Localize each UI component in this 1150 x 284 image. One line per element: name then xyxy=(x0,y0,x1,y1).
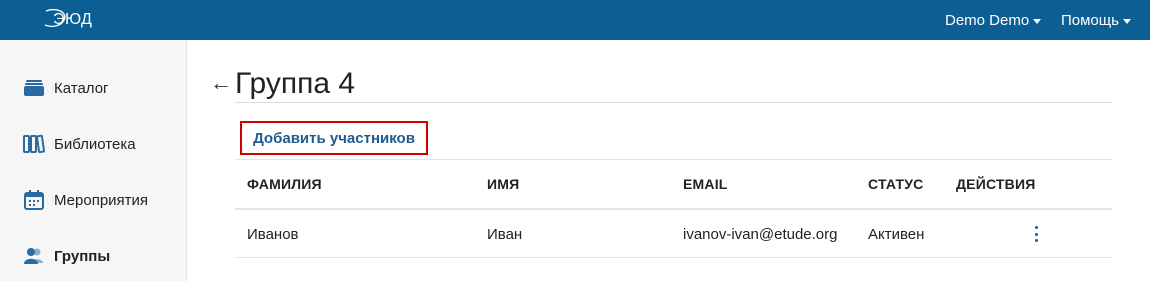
caret-down-icon xyxy=(1122,18,1131,24)
cell-first-name: Иван xyxy=(487,226,523,243)
toolbar-divider xyxy=(235,159,1112,160)
title-divider xyxy=(235,102,1112,103)
top-navigation-bar: ЭЮД Demo Demo Помощь xyxy=(0,0,1150,40)
sidebar-item-events[interactable]: Мероприятия xyxy=(0,172,186,228)
sidebar-item-label: Библиотека xyxy=(54,135,136,153)
calendar-icon xyxy=(23,189,45,211)
column-header-last-name[interactable]: ФАМИЛИЯ xyxy=(247,176,322,192)
table-row-divider xyxy=(235,257,1112,258)
sidebar: Каталог Библиотека Мероприятия Группы xyxy=(0,40,187,281)
sidebar-item-label: Мероприятия xyxy=(54,191,149,209)
user-menu-label: Demo Demo xyxy=(945,11,1030,29)
add-members-button[interactable]: Добавить участников xyxy=(240,121,428,155)
arrow-left-icon[interactable]: ← xyxy=(210,71,232,95)
cell-last-name: Иванов xyxy=(247,226,299,243)
page-title: Группа 4 xyxy=(235,67,356,100)
sidebar-item-library[interactable]: Библиотека xyxy=(0,116,186,172)
app-logo[interactable]: ЭЮД xyxy=(44,6,92,34)
help-menu-dropdown[interactable]: Помощь xyxy=(1061,0,1131,40)
sidebar-item-label: Группы xyxy=(54,247,111,265)
catalog-icon xyxy=(23,77,45,99)
cell-status: Активен xyxy=(868,226,925,243)
main-content: ← Группа 4 Добавить участников ФАМИЛИЯ И… xyxy=(187,40,1150,281)
sidebar-item-label: Каталог xyxy=(54,79,109,97)
column-header-status[interactable]: СТАТУС xyxy=(868,176,923,192)
column-header-actions: ДЕЙСТВИЯ xyxy=(956,176,1036,192)
table-header-divider xyxy=(235,208,1112,210)
user-menu-dropdown[interactable]: Demo Demo xyxy=(945,0,1042,40)
logo-text: ЭЮД xyxy=(53,11,93,28)
library-icon xyxy=(23,133,45,155)
more-vertical-icon[interactable] xyxy=(1032,224,1040,244)
cell-email: ivanov-ivan@etude.org xyxy=(683,226,838,243)
column-header-first-name[interactable]: ИМЯ xyxy=(487,176,519,192)
caret-down-icon xyxy=(1033,18,1042,24)
column-header-email[interactable]: EMAIL xyxy=(683,176,728,192)
sidebar-item-groups[interactable]: Группы xyxy=(0,228,186,284)
sidebar-item-catalog[interactable]: Каталог xyxy=(0,60,186,116)
groups-icon xyxy=(23,245,45,267)
help-menu-label: Помощь xyxy=(1061,11,1119,29)
